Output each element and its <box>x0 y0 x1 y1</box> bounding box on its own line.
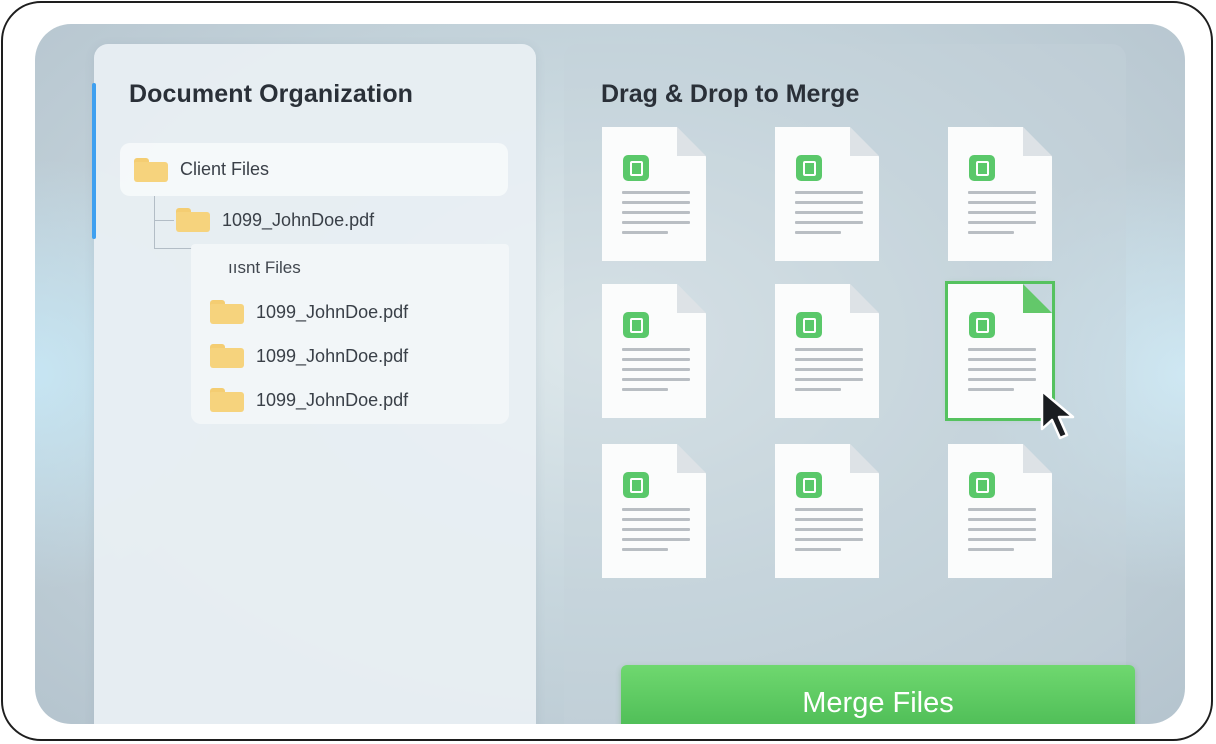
tree-connector <box>154 220 174 221</box>
page-fold-icon <box>850 284 879 313</box>
document-icon <box>796 312 822 338</box>
document-thumbnail[interactable] <box>602 284 706 418</box>
folder-icon <box>210 300 244 324</box>
folder-icon <box>176 208 210 232</box>
app-frame: Document Organization Client Files 1099_… <box>1 1 1213 741</box>
tree-subitem-file[interactable]: 1099_JohnDoe.pdf <box>210 383 408 417</box>
document-organization-panel: Document Organization Client Files 1099_… <box>92 44 536 724</box>
folder-icon <box>134 157 168 182</box>
document-icon <box>969 155 995 181</box>
text-lines-icon <box>795 348 863 398</box>
text-lines-icon <box>795 191 863 241</box>
document-icon <box>796 472 822 498</box>
tree-item-file[interactable]: 1099_JohnDoe.pdf <box>176 200 374 240</box>
page-fold-icon <box>1023 284 1052 313</box>
page-fold-icon <box>850 444 879 473</box>
page-fold-icon <box>677 284 706 313</box>
panel-accent-bar <box>92 83 96 239</box>
merge-files-button[interactable]: Merge Files <box>621 665 1135 724</box>
document-thumbnail[interactable] <box>775 284 879 418</box>
page-fold-icon <box>677 127 706 156</box>
document-thumbnail[interactable] <box>602 444 706 578</box>
text-lines-icon <box>968 508 1036 558</box>
document-icon <box>623 472 649 498</box>
app-stage: Document Organization Client Files 1099_… <box>35 24 1185 724</box>
document-thumbnail[interactable] <box>775 444 879 578</box>
mouse-cursor-icon <box>1040 389 1075 440</box>
tree-subitem-file[interactable]: 1099_JohnDoe.pdf <box>210 339 408 373</box>
document-thumbnail[interactable] <box>948 444 1052 578</box>
document-icon <box>623 155 649 181</box>
tree-item-label: Client Files <box>180 159 270 179</box>
folder-icon <box>210 388 244 412</box>
page-fold-icon <box>677 444 706 473</box>
text-lines-icon <box>622 191 690 241</box>
page-fold-icon <box>850 127 879 156</box>
document-thumbnail[interactable] <box>602 127 706 261</box>
document-thumbnail[interactable] <box>775 127 879 261</box>
document-thumbnail[interactable] <box>948 127 1052 261</box>
text-lines-icon <box>968 191 1036 241</box>
document-icon <box>969 312 995 338</box>
tree-item-label: 1099_JohnDoe.pdf <box>256 301 409 322</box>
text-lines-icon <box>622 348 690 398</box>
document-icon <box>969 472 995 498</box>
tree-item-client-files[interactable]: Client Files <box>120 143 508 196</box>
tree-subgroup-label[interactable]: ıısnt Files <box>228 256 301 280</box>
panel-title: Drag & Drop to Merge <box>601 80 860 108</box>
page-fold-icon <box>1023 127 1052 156</box>
document-thumbnail-selected[interactable] <box>945 281 1055 421</box>
document-icon <box>623 312 649 338</box>
text-lines-icon <box>968 348 1036 398</box>
drag-drop-merge-panel: Drag & Drop to Merge Merge Files <box>564 44 1135 724</box>
tree-connector <box>154 248 192 249</box>
tree-item-label: 1099_JohnDoe.pdf <box>256 389 409 410</box>
tree-item-label: 1099_JohnDoe.pdf <box>256 345 409 366</box>
page-fold-icon <box>1023 444 1052 473</box>
text-lines-icon <box>795 508 863 558</box>
text-lines-icon <box>622 508 690 558</box>
tree-subitem-file[interactable]: 1099_JohnDoe.pdf <box>210 295 408 329</box>
tree-connector <box>154 196 155 248</box>
folder-icon <box>210 344 244 368</box>
tree-item-label: 1099_JohnDoe.pdf <box>222 209 375 230</box>
panel-title: Document Organization <box>129 80 414 108</box>
document-icon <box>796 155 822 181</box>
